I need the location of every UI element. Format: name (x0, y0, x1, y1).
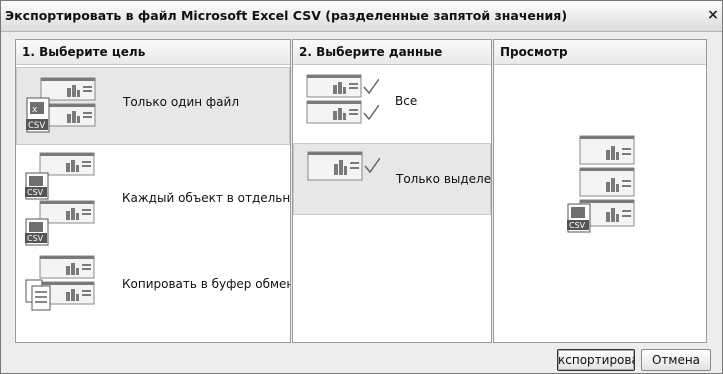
selected-only-icon (307, 151, 380, 181)
svg-text:x: x (32, 105, 38, 115)
svg-text:CSV: CSV (27, 234, 44, 243)
svg-text:CSV: CSV (569, 221, 586, 230)
target-panel: 1. Выберите цель x CSV Только один файл (15, 39, 291, 343)
dialog-title: Экспортировать в файл Microsoft Excel CS… (5, 8, 568, 23)
export-preview-icon: CSV (567, 135, 635, 233)
single-file-csv-icon: x CSV (26, 77, 96, 133)
target-option-label: Только один файл (123, 95, 239, 109)
data-panel-heading: 2. Выберите данные (293, 40, 491, 65)
data-option-label: Все (395, 94, 418, 108)
target-option-label: Копировать в буфер обмена (122, 277, 291, 291)
preview-panel-heading: Просмотр (494, 40, 706, 65)
data-option-selected-only[interactable]: Только выделенн (293, 143, 491, 215)
data-option-all[interactable]: Все (293, 67, 491, 137)
preview-panel: Просмотр CSV (493, 39, 707, 343)
data-option-label: Только выделенн (396, 172, 492, 186)
close-button[interactable]: × (706, 7, 720, 23)
multiple-files-csv-icon: CSV CSV (25, 152, 95, 246)
clipboard-copy-icon (25, 255, 95, 311)
all-objects-icon (306, 74, 379, 124)
export-dialog: Экспортировать в файл Microsoft Excel CS… (0, 0, 723, 374)
target-option-clipboard[interactable]: Копировать в буфер обмена (16, 250, 290, 340)
target-option-label: Каждый объект в отдельный ф (122, 191, 291, 205)
target-option-each-object[interactable]: CSV CSV Каждый объект в отдельный ф (16, 147, 290, 247)
cancel-button[interactable]: Отмена (641, 349, 711, 371)
title-bar[interactable]: Экспортировать в файл Microsoft Excel CS… (1, 1, 722, 32)
data-panel: 2. Выберите данные Все Только выделе (292, 39, 492, 343)
svg-text:CSV: CSV (27, 188, 44, 197)
target-panel-heading: 1. Выберите цель (16, 40, 290, 65)
target-option-single-file[interactable]: x CSV Только один файл (16, 67, 290, 145)
svg-text:CSV: CSV (28, 121, 45, 131)
dialog-footer: кспортироват Отмена (1, 346, 722, 374)
export-button[interactable]: кспортироват (557, 349, 635, 371)
